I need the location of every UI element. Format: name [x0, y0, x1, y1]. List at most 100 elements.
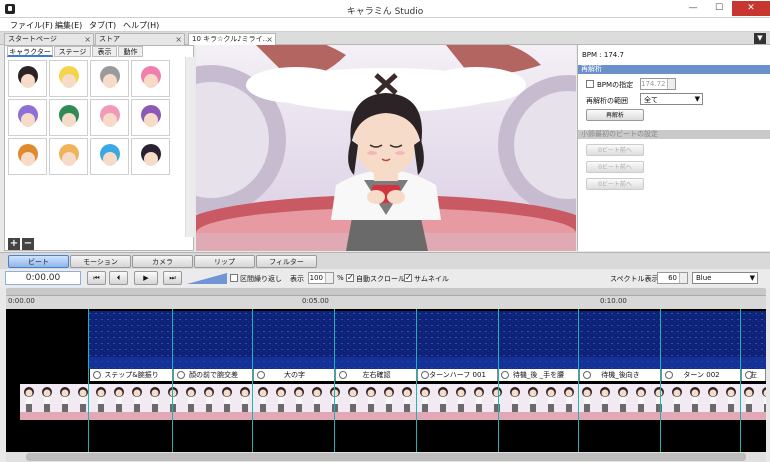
clip-circle-icon [583, 371, 591, 379]
tab-beat[interactable]: ビート [8, 255, 69, 268]
motion-clip[interactable]: 左右確認 [336, 369, 418, 381]
subtab-stage[interactable]: ステージ [54, 46, 91, 57]
spectrogram-texture [88, 311, 766, 369]
tab-close-icon[interactable]: × [266, 34, 273, 45]
tab-document-label: 10 キラ☆クル♪ミライ… [192, 35, 270, 43]
character-face [103, 113, 117, 127]
character-thumb[interactable] [8, 138, 47, 175]
remove-character-button[interactable]: − [22, 238, 34, 250]
tab-lip[interactable]: リップ [194, 255, 255, 268]
clip-label: 大の字 [284, 371, 305, 379]
clip-circle-icon [339, 371, 347, 379]
tab-start-page[interactable]: スタートページ × [4, 33, 94, 45]
range-select[interactable]: 全て ▼ [640, 93, 703, 105]
motion-clip[interactable]: ステップ&腕振り [90, 369, 174, 381]
character-scrollbar[interactable] [185, 57, 194, 237]
timeline-scroll-thumb[interactable] [26, 453, 746, 461]
subtab-character[interactable]: キャラクター [7, 46, 53, 57]
menu-help[interactable]: ヘルプ(H) [123, 20, 159, 31]
reanalyze-button[interactable]: 再解析 [586, 109, 644, 121]
subtab-motion[interactable]: 動作 [118, 46, 143, 57]
menu-tab[interactable]: タブ(T) [89, 20, 116, 31]
range-label: 再解析の範囲 [586, 97, 628, 105]
volume-slider[interactable] [187, 273, 227, 284]
subtab-display[interactable]: 表示 [92, 46, 117, 57]
minimize-button[interactable]: — [680, 1, 706, 16]
range-select-value: 全て [644, 96, 658, 104]
tab-store-label: ストア [99, 35, 120, 43]
clip-label: ターンハーフ 001 [429, 371, 486, 379]
motion-clip[interactable]: 待機_後向き [580, 369, 662, 381]
motion-clip[interactable]: 顔の前で腕交差 [174, 369, 254, 381]
bpm-readout: BPM : 174.7 [582, 51, 624, 59]
clip-circle-icon [665, 371, 673, 379]
close-button[interactable]: ✕ [732, 1, 770, 16]
timeline-scrollbar[interactable] [6, 452, 766, 462]
character-thumb[interactable] [90, 138, 129, 175]
character-thumb[interactable] [8, 60, 47, 97]
3d-viewport[interactable] [196, 45, 576, 251]
bpm-value-input[interactable]: 174.72 [640, 78, 676, 90]
tab-close-icon[interactable]: × [84, 34, 91, 45]
tab-close-icon[interactable]: × [175, 34, 182, 45]
autoscroll-checkbox[interactable]: ✓ [346, 273, 354, 282]
time-display: 0:00.00 [5, 271, 81, 285]
beat-marker [660, 309, 661, 452]
mode-tab-bar: ビート モーション カメラ リップ フィルター [0, 252, 770, 269]
zoom-input[interactable]: 100 [308, 272, 334, 284]
ruler-tick: 0:00.00 [8, 297, 35, 305]
step-back-button[interactable]: ⏴ [109, 271, 128, 285]
character-thumb[interactable] [131, 138, 170, 175]
loop-checkbox[interactable] [230, 274, 238, 282]
menu-file[interactable]: ファイル(F) [10, 20, 53, 31]
motion-clip[interactable]: ターン 002 [662, 369, 742, 381]
panel-dropdown-icon[interactable]: ▼ [754, 33, 766, 44]
tab-filter[interactable]: フィルター [256, 255, 317, 268]
character-thumb[interactable] [8, 99, 47, 136]
character-thumb[interactable] [90, 99, 129, 136]
character-thumb[interactable] [131, 99, 170, 136]
loop-label: 区間繰り返し [240, 275, 282, 283]
ruler-tick: 0:10.00 [600, 297, 627, 305]
tab-store[interactable]: ストア × [95, 33, 185, 45]
color-select[interactable]: Blue ▼ [692, 272, 758, 284]
motion-clip[interactable]: 待機_後 _手を腰 [498, 369, 580, 381]
clip-circle-icon [421, 371, 429, 379]
skip-start-button[interactable]: ⏮ [87, 271, 106, 285]
clip-circle-icon [93, 371, 101, 379]
character-thumb[interactable] [49, 99, 88, 136]
thumbnail-checkbox[interactable]: ✓ [404, 273, 412, 282]
character-face [21, 74, 35, 88]
skip-end-button[interactable]: ⏭ [163, 271, 182, 285]
beat-marker [172, 309, 173, 452]
beat-prev-button-2[interactable]: 0ビート前へ [586, 161, 644, 173]
thumbnail-label: サムネイル [414, 275, 449, 283]
character-thumb[interactable] [90, 60, 129, 97]
tab-motion[interactable]: モーション [70, 255, 131, 268]
beat-prev-button-3[interactable]: 0ビート前へ [586, 178, 644, 190]
tab-document[interactable]: 10 キラ☆クル♪ミライ… × [188, 33, 276, 45]
add-character-button[interactable]: + [8, 238, 20, 250]
play-button[interactable]: ▶ [134, 271, 158, 285]
motion-clip[interactable]: ターンハーフ 001 [418, 369, 498, 381]
beat-marker [740, 309, 741, 452]
motion-clip[interactable]: 大の字 [254, 369, 336, 381]
spectrum-input[interactable]: 60 [657, 272, 688, 284]
character-thumb[interactable] [49, 138, 88, 175]
clip-circle-icon [501, 371, 509, 379]
ruler-tick: 0:05.00 [302, 297, 329, 305]
menu-edit[interactable]: 編集(E) [55, 20, 82, 31]
timeline-top-scrollbar[interactable] [6, 288, 766, 295]
beat-timeline[interactable]: ステップ&腕振り 顔の前で腕交差 大の字 左右確認 ターンハーフ 001 待機_… [6, 309, 766, 452]
spectrogram [88, 311, 766, 369]
thumbnail-frames [20, 384, 766, 420]
character-thumb[interactable] [49, 60, 88, 97]
clip-circle-icon [177, 371, 185, 379]
transport-bar: 0:00.00 ⏮ ⏴ ▶ ⏭ 区間繰り返し 表示 100 % ✓ 自動スクロー… [0, 269, 770, 287]
motion-clip[interactable]: 左 [742, 369, 766, 381]
tab-camera[interactable]: カメラ [132, 255, 193, 268]
bpm-spec-checkbox[interactable] [586, 80, 594, 88]
maximize-button[interactable]: ☐ [706, 1, 732, 16]
character-thumb[interactable] [131, 60, 170, 97]
beat-prev-button-1[interactable]: 0ビート前へ [586, 144, 644, 156]
